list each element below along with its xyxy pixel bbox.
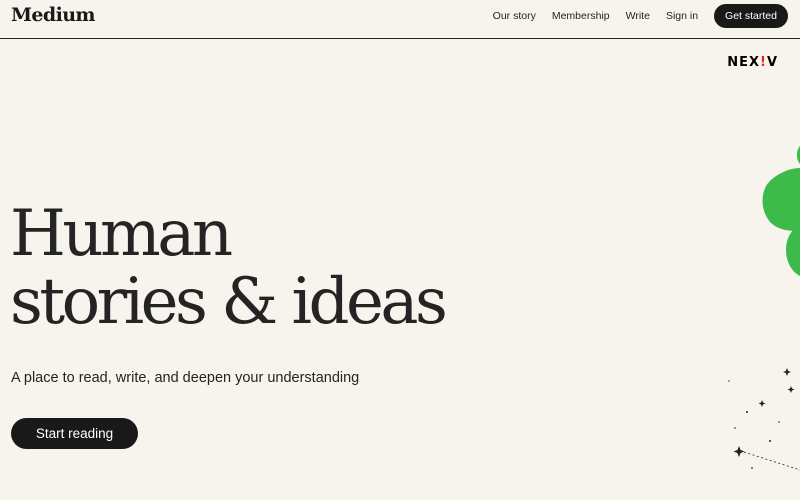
nexiv-watermark: NEX!V: [727, 55, 778, 70]
nav-membership[interactable]: Membership: [552, 10, 610, 22]
top-navbar: Medium Our story Membership Write Sign i…: [0, 0, 800, 39]
nav-our-story[interactable]: Our story: [493, 10, 536, 22]
star-sparkle-icon: [728, 368, 795, 469]
nexiv-watermark-left: NEX: [727, 55, 760, 70]
green-blob-icon: [762, 146, 800, 276]
medium-logo[interactable]: Medium: [11, 4, 96, 26]
nexiv-watermark-mark: !: [760, 55, 767, 70]
hero-subtitle: A place to read, write, and deepen your …: [11, 370, 360, 386]
nexiv-watermark-right: V: [766, 55, 778, 70]
get-started-button[interactable]: Get started: [714, 4, 788, 28]
start-reading-button[interactable]: Start reading: [11, 418, 138, 449]
nav-sign-in[interactable]: Sign in: [666, 10, 698, 22]
hero-title-line-1: Human: [10, 197, 233, 271]
hero-title-line-2: stories & ideas: [10, 265, 448, 339]
nav-write[interactable]: Write: [626, 10, 650, 22]
hero-title: Human stories & ideas: [10, 197, 448, 339]
header-nav: Our story Membership Write Sign in Get s…: [493, 4, 788, 28]
dashed-trail-line: [743, 451, 800, 471]
